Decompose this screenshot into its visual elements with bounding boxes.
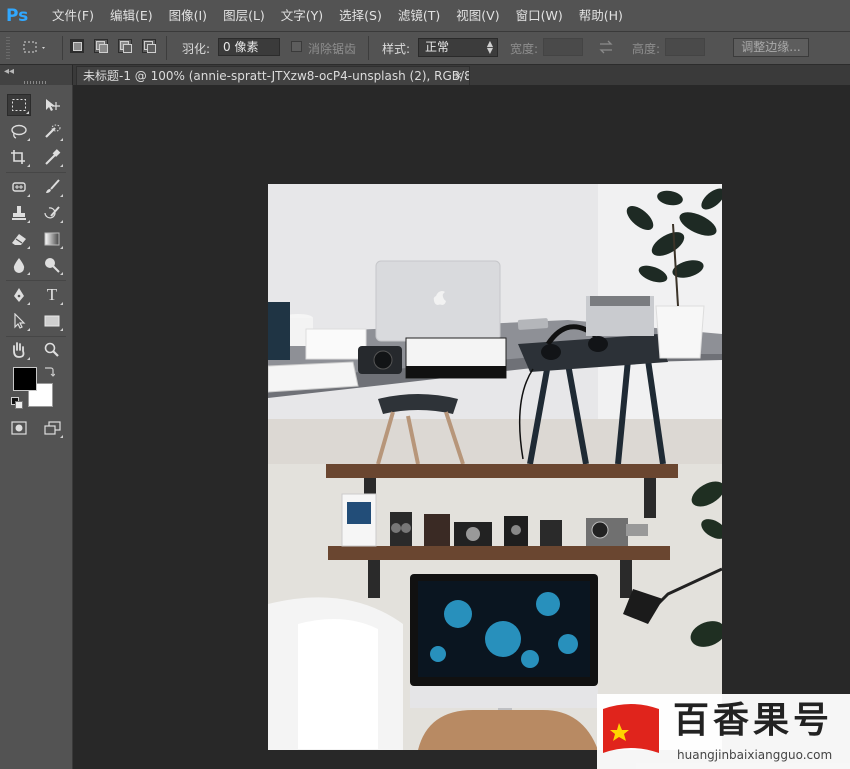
options-divider xyxy=(62,36,63,60)
feather-input[interactable]: 0 像素 xyxy=(218,38,280,56)
path-selection-tool[interactable] xyxy=(7,310,31,332)
rect-marquee-preset-icon xyxy=(23,41,45,53)
menu-view[interactable]: 视图(V) xyxy=(448,0,507,31)
zoom-tool[interactable] xyxy=(40,339,64,361)
pen-tool[interactable] xyxy=(7,284,31,306)
swap-arrows-icon xyxy=(599,40,613,54)
rectangular-marquee-tool[interactable] xyxy=(7,94,31,116)
menu-filter[interactable]: 滤镜(T) xyxy=(390,0,448,31)
antialias-label: 消除锯齿 xyxy=(308,42,357,56)
tool-preset-picker[interactable] xyxy=(20,39,48,56)
rectangle-shape-icon xyxy=(44,315,60,327)
style-label: 样式: xyxy=(382,42,411,56)
options-bar: 羽化: 0 像素 消除锯齿 样式: 正常 ▲ ▼ 宽度: 高度: 调整边缘... xyxy=(0,32,850,65)
zoom-magnifier-icon xyxy=(44,342,59,357)
document-tab[interactable]: 未标题-1 @ 100% (annie-spratt-JTXzw8-ocP4-u… xyxy=(76,66,470,85)
eyedropper-tool[interactable] xyxy=(40,146,64,168)
quick-mask-button[interactable] xyxy=(7,417,31,439)
height-label: 高度: xyxy=(632,42,661,56)
clone-stamp-tool[interactable] xyxy=(7,202,31,224)
options-divider xyxy=(166,36,167,60)
move-arrow-icon xyxy=(46,99,60,111)
document-tab-title: 未标题-1 @ 100% (annie-spratt-JTXzw8-ocP4-u… xyxy=(83,69,470,83)
eyedropper-icon xyxy=(45,149,61,165)
history-brush-tool[interactable] xyxy=(40,202,64,224)
photoshop-logo: Ps xyxy=(6,5,29,26)
dodge-tool[interactable] xyxy=(40,254,64,276)
rectangular-marquee-icon xyxy=(12,99,26,111)
new-selection-button[interactable] xyxy=(70,39,84,53)
add-to-selection-button[interactable] xyxy=(94,39,108,53)
blur-drop-icon xyxy=(13,258,25,273)
width-label: 宽度: xyxy=(510,42,539,56)
move-tool[interactable] xyxy=(40,94,64,116)
gradient-tool[interactable] xyxy=(40,228,64,250)
width-input[interactable] xyxy=(543,38,583,56)
dodge-icon xyxy=(45,258,60,273)
swap-colors-icon[interactable] xyxy=(43,365,55,377)
watermark-name: 百香果号 xyxy=(673,700,834,741)
lasso-tool[interactable] xyxy=(7,120,31,142)
brush-icon xyxy=(46,179,60,193)
collapse-panel-icon[interactable]: ◂◂ xyxy=(4,66,14,77)
tool-panel: T xyxy=(0,85,73,769)
desk-photo xyxy=(268,184,722,464)
menu-bar: Ps 文件(F) 编辑(E) 图像(I) 图层(L) 文字(Y) 选择(S) 滤… xyxy=(0,0,850,32)
crop-icon xyxy=(11,150,25,164)
gradient-icon xyxy=(44,232,60,246)
intersect-selection-button[interactable] xyxy=(142,39,156,53)
lasso-icon xyxy=(11,124,27,139)
clone-stamp-icon xyxy=(12,206,26,220)
select-arrows-icon: ▲ ▼ xyxy=(486,39,493,55)
document-canvas[interactable] xyxy=(268,184,722,750)
eraser-tool[interactable] xyxy=(7,228,31,250)
path-selection-arrow-icon xyxy=(14,313,26,329)
menu-type[interactable]: 文字(Y) xyxy=(273,0,331,31)
menu-help[interactable]: 帮助(H) xyxy=(571,0,631,31)
crop-tool[interactable] xyxy=(7,146,31,168)
quick-selection-tool[interactable] xyxy=(40,120,64,142)
quick-mask-icon xyxy=(11,421,27,435)
type-t-icon: T xyxy=(46,285,58,304)
new-selection-icon xyxy=(73,42,82,51)
options-bar-grip[interactable] xyxy=(6,37,10,59)
pen-nib-icon xyxy=(14,288,24,302)
rectangle-tool[interactable] xyxy=(40,310,64,332)
close-tab-icon[interactable]: × xyxy=(454,67,463,85)
screen-mode-button[interactable] xyxy=(40,417,64,439)
quick-selection-icon xyxy=(45,124,61,138)
options-divider xyxy=(368,36,369,60)
menu-window[interactable]: 窗口(W) xyxy=(508,0,571,31)
menu-file[interactable]: 文件(F) xyxy=(44,0,102,31)
healing-bandage-icon xyxy=(12,182,26,192)
eraser-icon xyxy=(12,234,26,245)
antialias-checkbox[interactable] xyxy=(291,41,302,52)
height-input[interactable] xyxy=(665,38,705,56)
tool-panel-header: ◂◂ xyxy=(0,65,72,85)
screen-mode-icon xyxy=(44,421,61,435)
history-brush-icon xyxy=(44,206,60,219)
default-colors-icon[interactable] xyxy=(11,397,23,409)
tool-panel-grip[interactable] xyxy=(24,81,48,84)
hand-icon xyxy=(13,342,25,358)
style-select[interactable]: 正常 ▲ ▼ xyxy=(418,38,498,57)
hand-tool[interactable] xyxy=(7,339,31,361)
swap-width-height-button[interactable] xyxy=(597,40,615,54)
foreground-color-swatch[interactable] xyxy=(13,367,37,391)
watermark-flag-icon xyxy=(603,704,659,753)
menu-edit[interactable]: 编辑(E) xyxy=(102,0,161,31)
blur-tool[interactable] xyxy=(7,254,31,276)
watermark-url: huangjinbaixiangguo.com xyxy=(677,748,833,762)
watermark-logo: 百香果号 huangjinbaixiangguo.com xyxy=(597,694,850,769)
menu-select[interactable]: 选择(S) xyxy=(331,0,390,31)
type-tool[interactable]: T xyxy=(40,284,64,306)
menu-layer[interactable]: 图层(L) xyxy=(215,0,273,31)
menu-image[interactable]: 图像(I) xyxy=(161,0,215,31)
subtract-from-selection-button[interactable] xyxy=(118,39,132,53)
style-select-value: 正常 xyxy=(425,40,450,54)
spot-healing-brush-tool[interactable] xyxy=(7,176,31,198)
feather-label: 羽化: xyxy=(182,42,211,56)
brush-tool[interactable] xyxy=(40,176,64,198)
refine-edge-button[interactable]: 调整边缘... xyxy=(733,38,809,57)
